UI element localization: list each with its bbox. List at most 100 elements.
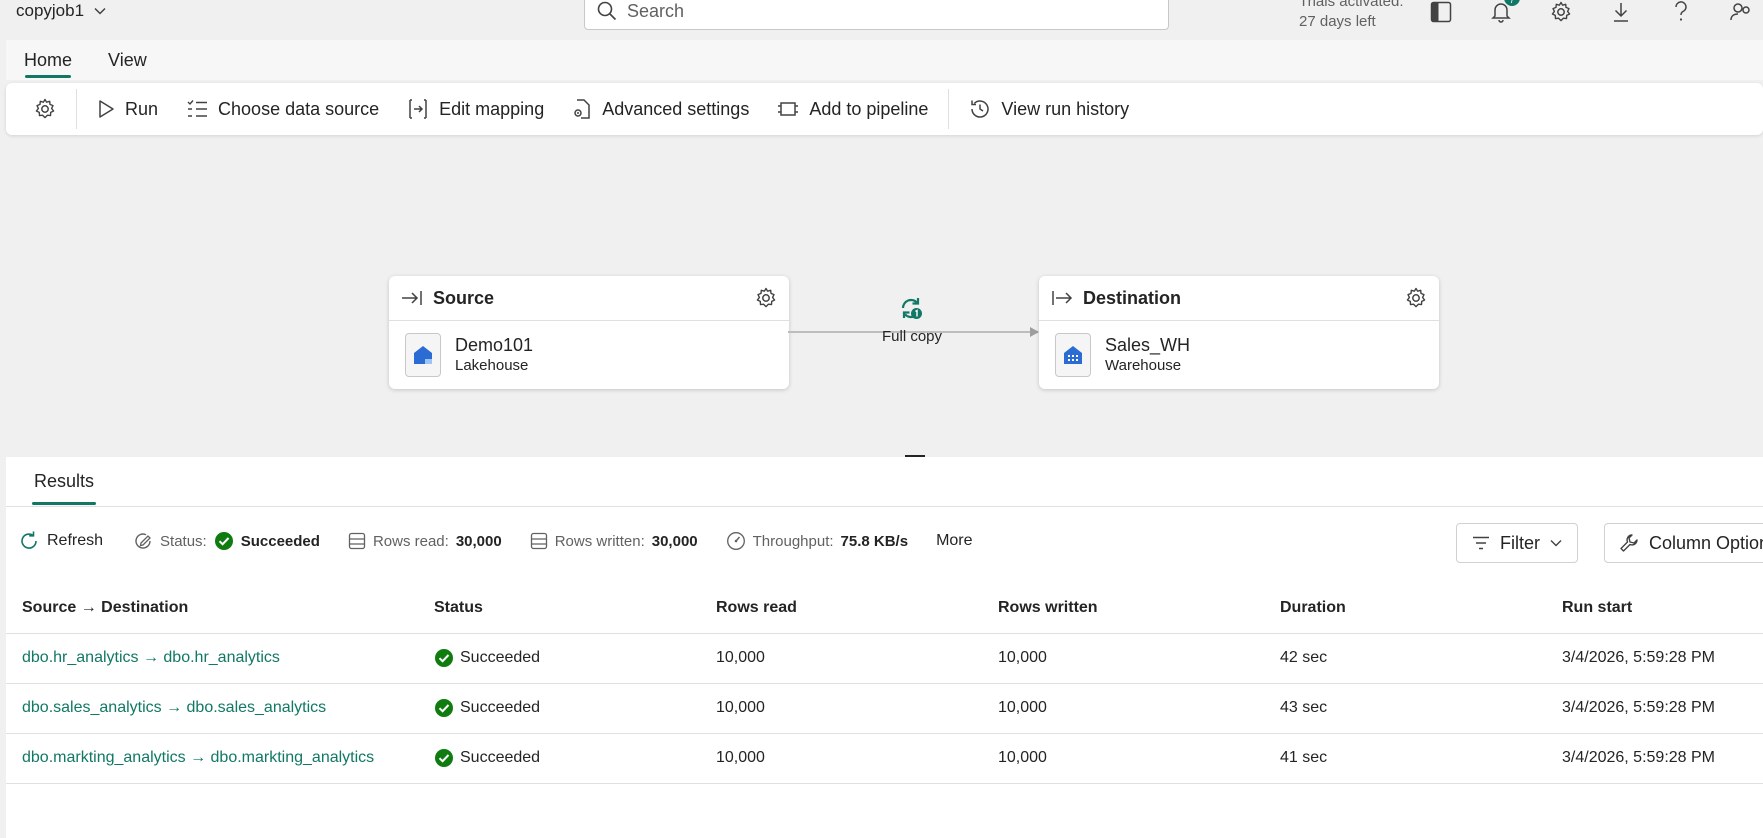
duration-cell: 43 sec	[1264, 683, 1546, 734]
mapping-link[interactable]: dbo.hr_analytics → dbo.hr_analytics	[6, 633, 418, 684]
table-row[interactable]: dbo.hr_analytics → dbo.hr_analytics Succ…	[6, 633, 1763, 684]
status-label: Status:	[160, 532, 207, 550]
rows-written-value: 30,000	[651, 532, 698, 550]
rows-read-cell: 10,000	[700, 633, 982, 684]
mapping-link[interactable]: dbo.sales_analytics → dbo.sales_analytic…	[6, 683, 418, 734]
destination-settings-gear-icon[interactable]	[1405, 287, 1427, 309]
pencil-circle-icon	[133, 531, 153, 551]
view-run-history-button[interactable]: View run history	[955, 89, 1143, 129]
notifications-bell-icon[interactable]: 7	[1488, 0, 1520, 24]
run-label: Run	[125, 98, 159, 119]
copy-mode-label: Full copy	[881, 328, 943, 345]
source-arrow-icon	[401, 289, 423, 307]
copy-mode-indicator[interactable]: Full copy	[862, 296, 962, 345]
advanced-settings-button[interactable]: Advanced settings	[558, 89, 763, 129]
add-to-pipeline-button[interactable]: Add to pipeline	[763, 89, 942, 129]
refresh-button[interactable]: Refresh	[18, 530, 103, 552]
add-to-pipeline-label: Add to pipeline	[809, 98, 929, 119]
run-button[interactable]: Run	[83, 89, 172, 129]
success-check-icon	[434, 698, 454, 718]
success-check-icon	[214, 531, 234, 551]
success-check-icon	[434, 748, 454, 768]
status-text: Succeeded	[460, 649, 541, 666]
duration-cell: 42 sec	[1264, 633, 1546, 684]
run-start-cell: 3/4/2026, 5:59:28 PM	[1546, 633, 1763, 684]
edit-mapping-button[interactable]: Edit mapping	[393, 89, 558, 129]
source-node[interactable]: Source Demo101 Lakehouse	[389, 276, 789, 389]
filter-icon	[1472, 536, 1490, 550]
job-name-dropdown[interactable]: copyjob1	[16, 0, 106, 22]
ribbon-separator	[76, 89, 77, 129]
edit-mapping-label: Edit mapping	[439, 98, 545, 119]
rows-written-cell: 10,000	[982, 683, 1264, 734]
play-icon	[97, 99, 115, 119]
status-summary: Status: Succeeded	[133, 531, 320, 551]
column-header-rows-written[interactable]: Rows written	[982, 583, 1264, 634]
rows-read-label: Rows read:	[372, 532, 449, 550]
filter-label: Filter	[1500, 532, 1540, 553]
table-row[interactable]: dbo.markting_analytics → dbo.markting_an…	[6, 733, 1763, 784]
ribbon-separator	[948, 89, 950, 129]
source-item-type: Lakehouse	[455, 357, 529, 374]
duration-cell: 41 sec	[1264, 733, 1546, 784]
success-check-icon	[434, 648, 454, 668]
mapping-link[interactable]: dbo.markting_analytics → dbo.markting_an…	[6, 733, 418, 784]
view-run-history-label: View run history	[1001, 98, 1130, 119]
column-options-button[interactable]: Column Options	[1604, 523, 1763, 563]
warehouse-icon	[1055, 333, 1091, 377]
rows-read-cell: 10,000	[700, 733, 982, 784]
choose-data-source-button[interactable]: Choose data source	[172, 89, 393, 129]
throughput-summary: Throughput: 75.8 KB/s	[726, 531, 908, 551]
source-settings-gear-icon[interactable]	[755, 287, 777, 309]
column-header-status[interactable]: Status	[418, 583, 700, 634]
destination-node[interactable]: Destination Sales_WH Warehouse	[1039, 276, 1439, 389]
rows-read-cell: 10,000	[700, 683, 982, 734]
destination-title: Destination	[1083, 287, 1182, 308]
column-header-source-destination[interactable]: Source → Destination	[6, 583, 418, 634]
ribbon-toolbar: Run Choose data source Edit mapping Adva…	[6, 83, 1763, 135]
help-icon[interactable]	[1668, 0, 1694, 24]
throughput-label: Throughput:	[752, 532, 834, 550]
choose-data-source-label: Choose data source	[218, 98, 380, 119]
source-title: Source	[433, 287, 495, 308]
share-people-icon[interactable]	[1728, 0, 1754, 24]
column-header-duration[interactable]: Duration	[1264, 583, 1546, 634]
status-value: Succeeded	[240, 532, 320, 550]
status-cell: Succeeded	[418, 633, 700, 684]
table-rows-icon	[530, 532, 548, 550]
rows-written-cell: 10,000	[982, 733, 1264, 784]
rows-written-cell: 10,000	[982, 633, 1264, 684]
source-node-header: Source	[389, 276, 789, 321]
tab-results[interactable]: Results	[32, 457, 97, 507]
status-text: Succeeded	[460, 699, 541, 716]
status-text: Succeeded	[460, 749, 541, 766]
download-icon[interactable]	[1608, 0, 1634, 24]
destination-item-type: Warehouse	[1105, 357, 1182, 374]
column-header-rows-read[interactable]: Rows read	[700, 583, 982, 634]
destination-item-name: Sales_WH	[1105, 335, 1191, 355]
search-box[interactable]	[584, 0, 1169, 30]
table-row[interactable]: dbo.sales_analytics → dbo.sales_analytic…	[6, 683, 1763, 734]
table-header-row: Source → Destination Status Rows read Ro…	[6, 583, 1763, 634]
more-button[interactable]: More	[936, 532, 972, 550]
filter-button[interactable]: Filter	[1456, 523, 1578, 563]
job-name: copyjob1	[16, 1, 85, 20]
throughput-value: 75.8 KB/s	[840, 532, 909, 550]
panel-toggle-icon[interactable]	[1428, 0, 1454, 24]
chevron-down-icon	[94, 7, 106, 15]
settings-gear-icon[interactable]	[1548, 0, 1574, 24]
pipeline-icon	[777, 99, 799, 119]
refresh-icon	[18, 530, 40, 552]
run-start-cell: 3/4/2026, 5:59:28 PM	[1546, 683, 1763, 734]
tab-home[interactable]: Home	[6, 40, 90, 80]
rows-written-summary: Rows written: 30,000	[530, 532, 698, 550]
column-options-label: Column Options	[1649, 532, 1763, 553]
column-header-run-start[interactable]: Run start	[1546, 583, 1763, 634]
destination-node-header: Destination	[1039, 276, 1439, 321]
rows-read-value: 30,000	[455, 532, 502, 550]
search-input[interactable]	[627, 0, 1127, 22]
source-item-name: Demo101	[455, 335, 534, 355]
settings-button[interactable]	[26, 89, 70, 129]
tab-view[interactable]: View	[90, 40, 165, 80]
gauge-icon	[726, 531, 746, 551]
